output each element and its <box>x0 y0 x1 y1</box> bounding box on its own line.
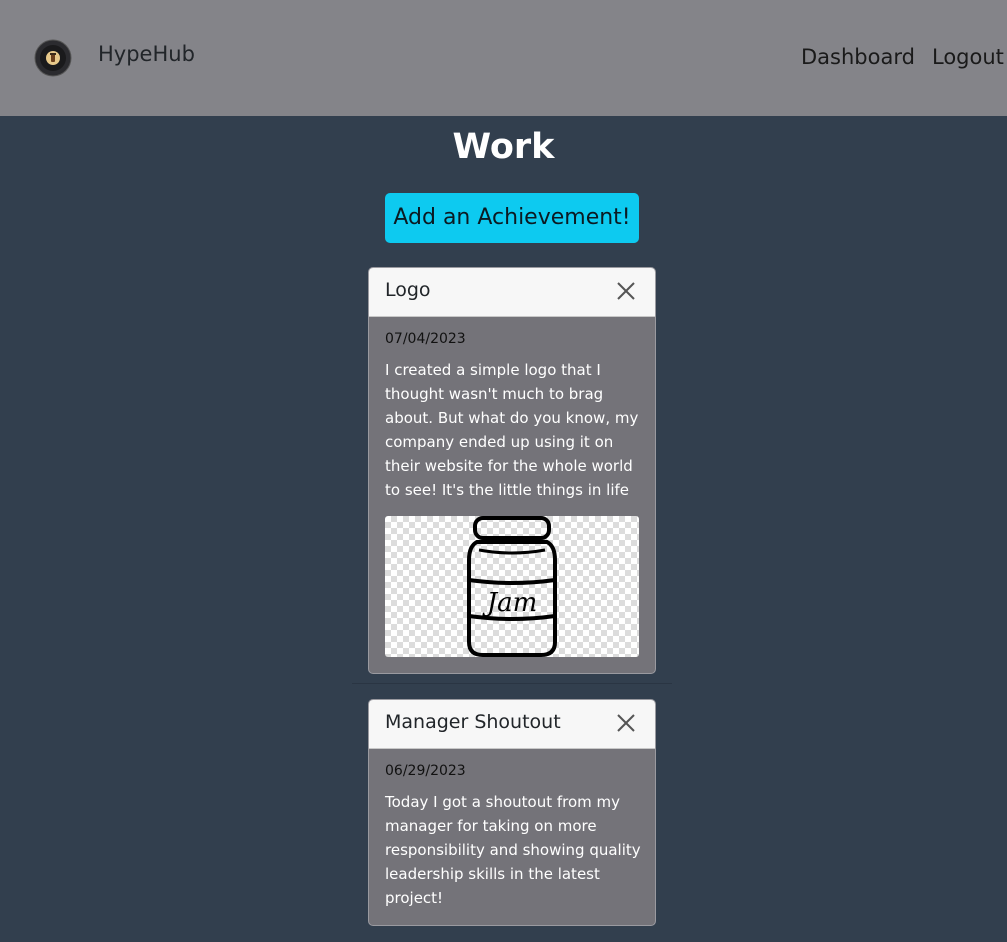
card-text: Today I got a shoutout from my manager f… <box>385 793 641 907</box>
card-divider <box>352 683 672 684</box>
card-text: I created a simple logo that I thought w… <box>385 361 639 499</box>
close-button[interactable] <box>615 280 637 302</box>
navbar: HypeHub Dashboard Logout <box>0 0 1007 116</box>
card-title: Manager Shoutout <box>385 711 561 733</box>
close-icon <box>617 282 635 300</box>
card-date: 07/04/2023 <box>385 331 466 347</box>
achievement-image: Jam <box>385 516 639 657</box>
card-date: 06/29/2023 <box>385 763 466 779</box>
nav-link-logout[interactable]: Logout <box>932 45 1004 69</box>
close-button[interactable] <box>615 712 637 734</box>
card-header: Logo <box>369 268 655 317</box>
achievement-card: Manager Shoutout 06/29/2023 Today I got … <box>368 699 656 926</box>
achievement-card: Logo 07/04/2023 I created a simple logo … <box>368 267 656 674</box>
jar-label-text: Jam <box>482 588 538 618</box>
jar-logo-icon[interactable] <box>34 39 72 77</box>
page-title: Work <box>452 127 555 167</box>
nav-link-dashboard[interactable]: Dashboard <box>801 45 915 69</box>
brand-name[interactable]: HypeHub <box>98 42 195 66</box>
close-icon <box>617 714 635 732</box>
card-title: Logo <box>385 279 431 301</box>
jam-jar-icon: Jam <box>467 516 557 657</box>
card-header: Manager Shoutout <box>369 700 655 749</box>
add-achievement-button[interactable]: Add an Achievement! <box>385 193 639 243</box>
